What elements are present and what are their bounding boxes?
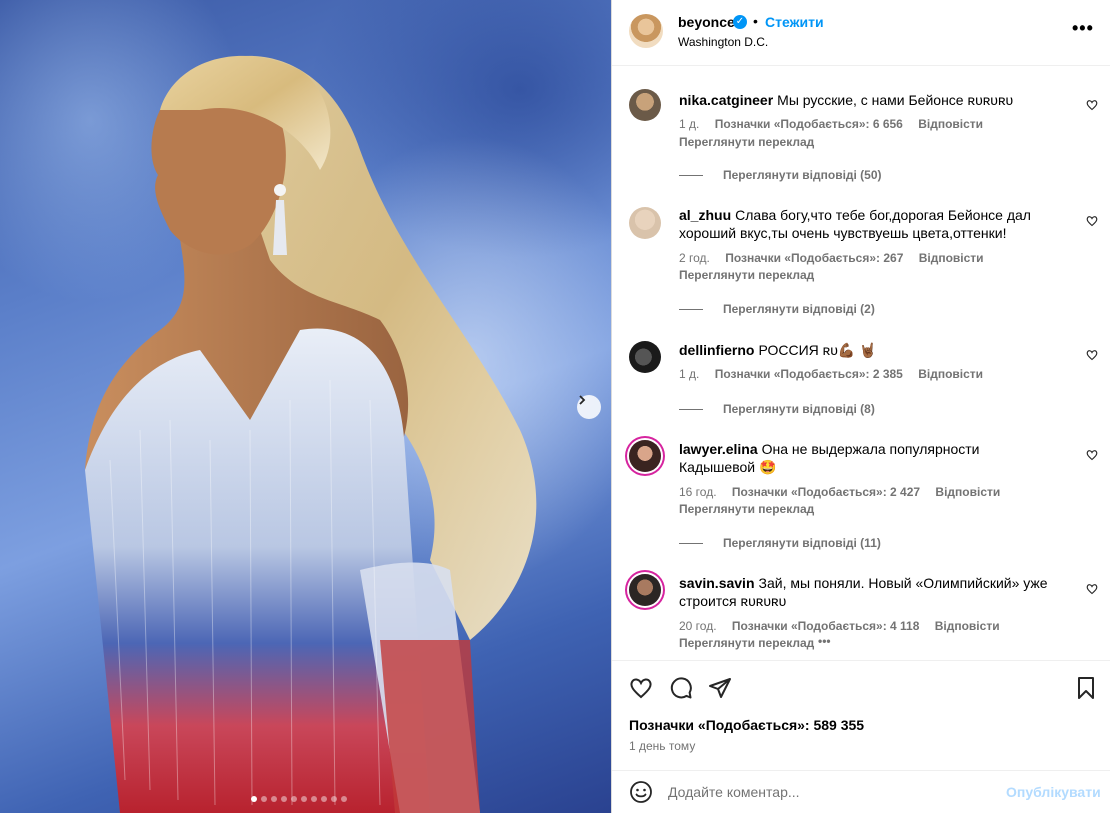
- comment-age[interactable]: 2 год.: [679, 251, 710, 265]
- comment-meta: 1 д. Позначки «Подобається»: 2 385 Відпо…: [679, 367, 995, 381]
- slide-dot: [251, 796, 257, 802]
- slide-dot: [301, 796, 307, 802]
- view-replies-label: Переглянути відповіді (50): [723, 168, 882, 182]
- comment-body: nika.catgineer Мы русские, с нами Бейонсе…: [679, 91, 1059, 109]
- comment-age[interactable]: 1 д.: [679, 117, 699, 131]
- emoji-smiley-icon[interactable]: [629, 780, 653, 804]
- slide-dot: [271, 796, 277, 802]
- comment-input[interactable]: [668, 781, 998, 803]
- view-replies-label: Переглянути відповіді (2): [723, 302, 875, 316]
- comment-username[interactable]: al_zhuu: [679, 207, 731, 223]
- post-sidebar: beyonce ✓ • Стежити Washington D.C. ••• …: [612, 0, 1110, 813]
- comment-body: lawyer.elina Она не выдержала популярност…: [679, 440, 1059, 476]
- comment-username[interactable]: savin.savin: [679, 575, 755, 591]
- comment-body: al_zhuu Слава богу,что тебе бог,дорогая Б…: [679, 206, 1059, 242]
- view-replies-label: Переглянути відповіді (8): [723, 402, 875, 416]
- replies-line: [679, 542, 703, 544]
- reply-button[interactable]: Відповісти: [935, 619, 1000, 633]
- reply-button[interactable]: Відповісти: [919, 251, 984, 265]
- view-replies-button[interactable]: Переглянути відповіді (50): [679, 168, 882, 182]
- comment-username[interactable]: lawyer.elina: [679, 441, 758, 457]
- post-photo: [0, 0, 611, 813]
- comment-bubble-icon[interactable]: [669, 676, 693, 700]
- view-replies-button[interactable]: Переглянути відповіді (2): [679, 302, 875, 316]
- comment-body: dellinfierno РОССИЯ ʀᴜ💪🏾 🤘🏾: [679, 341, 1059, 359]
- comment-meta: 20 год. Позначки «Подобається»: 4 118 Ві…: [679, 619, 1012, 633]
- comment-avatar[interactable]: [629, 574, 661, 606]
- comment-likes[interactable]: Позначки «Подобається»: 2 385: [715, 367, 903, 381]
- comment-like-heart-icon[interactable]: [1086, 215, 1098, 227]
- comment-age[interactable]: 16 год.: [679, 485, 717, 499]
- reply-button[interactable]: Відповісти: [918, 367, 983, 381]
- chevron-right-icon: [579, 395, 586, 405]
- post-timestamp[interactable]: 1 день тому: [629, 739, 695, 753]
- share-paper-plane-icon[interactable]: [708, 676, 732, 700]
- replies-line: [679, 174, 703, 176]
- post-actions: Позначки «Подобається»: 589 355 1 день т…: [612, 660, 1110, 770]
- see-translation-button[interactable]: Переглянути переклад: [679, 502, 814, 516]
- comment-like-heart-icon[interactable]: [1086, 349, 1098, 361]
- comment-likes[interactable]: Позначки «Подобається»: 2 427: [732, 485, 920, 499]
- header-separator: •: [753, 13, 758, 29]
- replies-line: [679, 408, 703, 410]
- comment-composer: Опублікувати: [612, 770, 1110, 813]
- slide-dot: [341, 796, 347, 802]
- comment-avatar[interactable]: [629, 207, 661, 239]
- slide-dot: [311, 796, 317, 802]
- slide-dot: [281, 796, 287, 802]
- slide-dot: [331, 796, 337, 802]
- comment-text: Слава богу,что тебе бог,дорогая Бейонсе …: [679, 207, 1031, 241]
- comment-like-heart-icon[interactable]: [1086, 449, 1098, 461]
- more-options-button[interactable]: •••: [1072, 18, 1094, 39]
- comment-meta: 1 д. Позначки «Подобається»: 6 656 Відпо…: [679, 117, 995, 131]
- slide-indicator: [251, 796, 347, 802]
- comment-text: Мы русские, с нами Бейонсе ʀᴜʀᴜʀᴜ: [777, 92, 1014, 108]
- next-slide-button[interactable]: [577, 395, 601, 419]
- see-translation-button[interactable]: Переглянути переклад: [679, 135, 814, 149]
- comment-age[interactable]: 20 год.: [679, 619, 717, 633]
- replies-line: [679, 308, 703, 310]
- follow-button[interactable]: Стежити: [765, 14, 824, 30]
- view-replies-button[interactable]: Переглянути відповіді (8): [679, 402, 875, 416]
- slide-dot: [321, 796, 327, 802]
- comment-username[interactable]: dellinfierno: [679, 342, 754, 358]
- comment-options-button[interactable]: •••: [818, 634, 831, 648]
- comment-likes[interactable]: Позначки «Подобається»: 4 118: [732, 619, 920, 633]
- author-username[interactable]: beyonce: [678, 14, 735, 30]
- comment-like-heart-icon[interactable]: [1086, 583, 1098, 595]
- comment-likes[interactable]: Позначки «Подобається»: 267: [725, 251, 903, 265]
- like-heart-icon[interactable]: [629, 676, 653, 700]
- save-bookmark-icon[interactable]: [1074, 676, 1098, 700]
- verified-badge-icon: ✓: [733, 15, 747, 29]
- comment-meta: 16 год. Позначки «Подобається»: 2 427 Ві…: [679, 485, 1012, 499]
- comment-likes[interactable]: Позначки «Подобається»: 6 656: [715, 117, 903, 131]
- reply-button[interactable]: Відповісти: [918, 117, 983, 131]
- see-translation-button[interactable]: Переглянути переклад: [679, 636, 814, 650]
- view-replies-label: Переглянути відповіді (11): [723, 536, 881, 550]
- comment-username[interactable]: nika.catgineer: [679, 92, 773, 108]
- slide-dot: [291, 796, 297, 802]
- comments-list[interactable]: nika.catgineer Мы русские, с нами Бейонсе…: [612, 67, 1110, 659]
- comment-like-heart-icon[interactable]: [1086, 99, 1098, 111]
- post-header: beyonce ✓ • Стежити Washington D.C. •••: [612, 0, 1110, 66]
- comment-avatar[interactable]: [629, 341, 661, 373]
- comment-body: savin.savin Зай, мы поняли. Новый «Олимпи…: [679, 574, 1059, 610]
- comment-avatar[interactable]: [629, 89, 661, 121]
- post-location[interactable]: Washington D.C.: [678, 35, 768, 49]
- see-translation-button[interactable]: Переглянути переклад: [679, 268, 814, 282]
- comment-text: РОССИЯ ʀᴜ💪🏾 🤘🏾: [758, 342, 877, 358]
- performer-illustration: [85, 55, 537, 813]
- slide-dot: [261, 796, 267, 802]
- author-avatar[interactable]: [629, 14, 663, 48]
- publish-button[interactable]: Опублікувати: [1006, 784, 1101, 800]
- comment-age[interactable]: 1 д.: [679, 367, 699, 381]
- view-replies-button[interactable]: Переглянути відповіді (11): [679, 536, 881, 550]
- comment-meta: 2 год. Позначки «Подобається»: 267 Відпо…: [679, 251, 996, 265]
- reply-button[interactable]: Відповісти: [935, 485, 1000, 499]
- comment-avatar[interactable]: [629, 440, 661, 472]
- likes-count[interactable]: Позначки «Подобається»: 589 355: [629, 717, 864, 733]
